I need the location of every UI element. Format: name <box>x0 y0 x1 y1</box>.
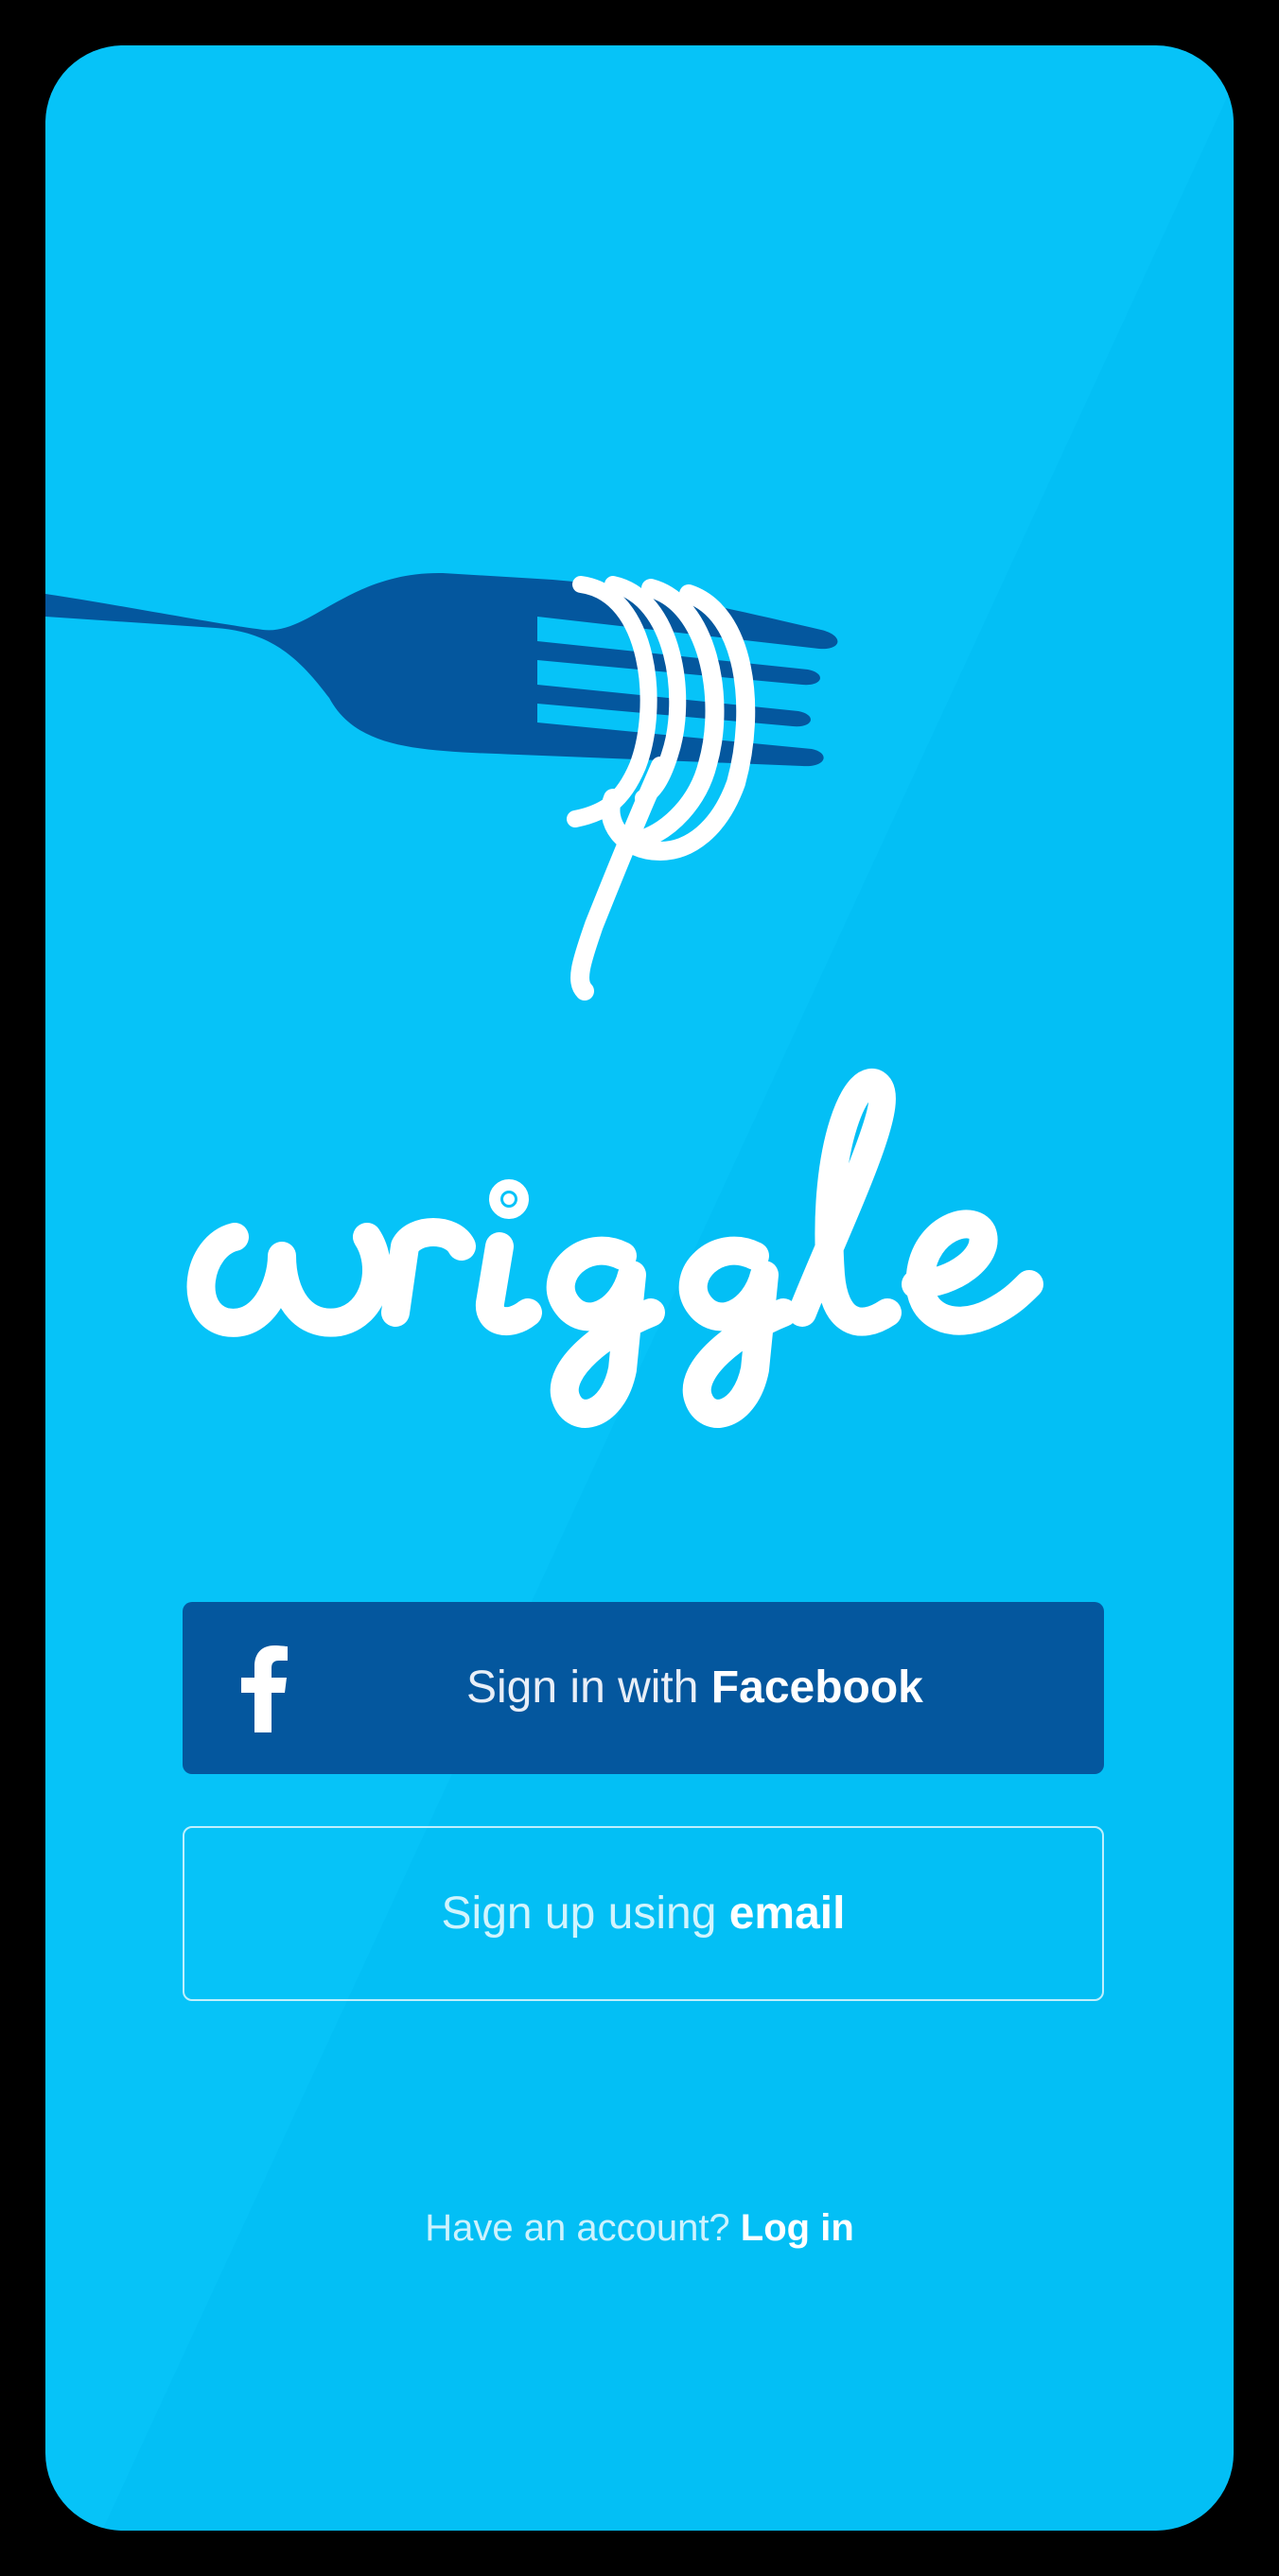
facebook-signin-prefix: Sign in with <box>466 1662 711 1713</box>
device-frame: wriggle Sign in with Facebook Sign up us… <box>0 0 1279 2576</box>
welcome-screen: wriggle Sign in with Facebook Sign up us… <box>45 45 1234 2531</box>
facebook-f-icon <box>241 1645 288 1732</box>
email-signup-emphasis: email <box>728 1888 846 1939</box>
facebook-signin-button[interactable]: Sign in with Facebook <box>183 1602 1104 1774</box>
login-link[interactable]: Log in <box>741 2207 854 2249</box>
email-signup-prefix: Sign up using <box>441 1888 729 1939</box>
email-signup-label: Sign up using email <box>184 1828 1102 1999</box>
login-prompt-text: Have an account? <box>425 2207 741 2249</box>
login-prompt: Have an account? Log in <box>45 2200 1234 2256</box>
facebook-brand-text: Facebook <box>710 1662 923 1713</box>
email-signup-button[interactable]: Sign up using email <box>183 1826 1104 2001</box>
fork-with-noodle-icon <box>45 572 838 1001</box>
facebook-signin-label: Sign in with Facebook <box>466 1602 1034 1774</box>
wriggle-logo: wriggle <box>178 1029 1162 1502</box>
